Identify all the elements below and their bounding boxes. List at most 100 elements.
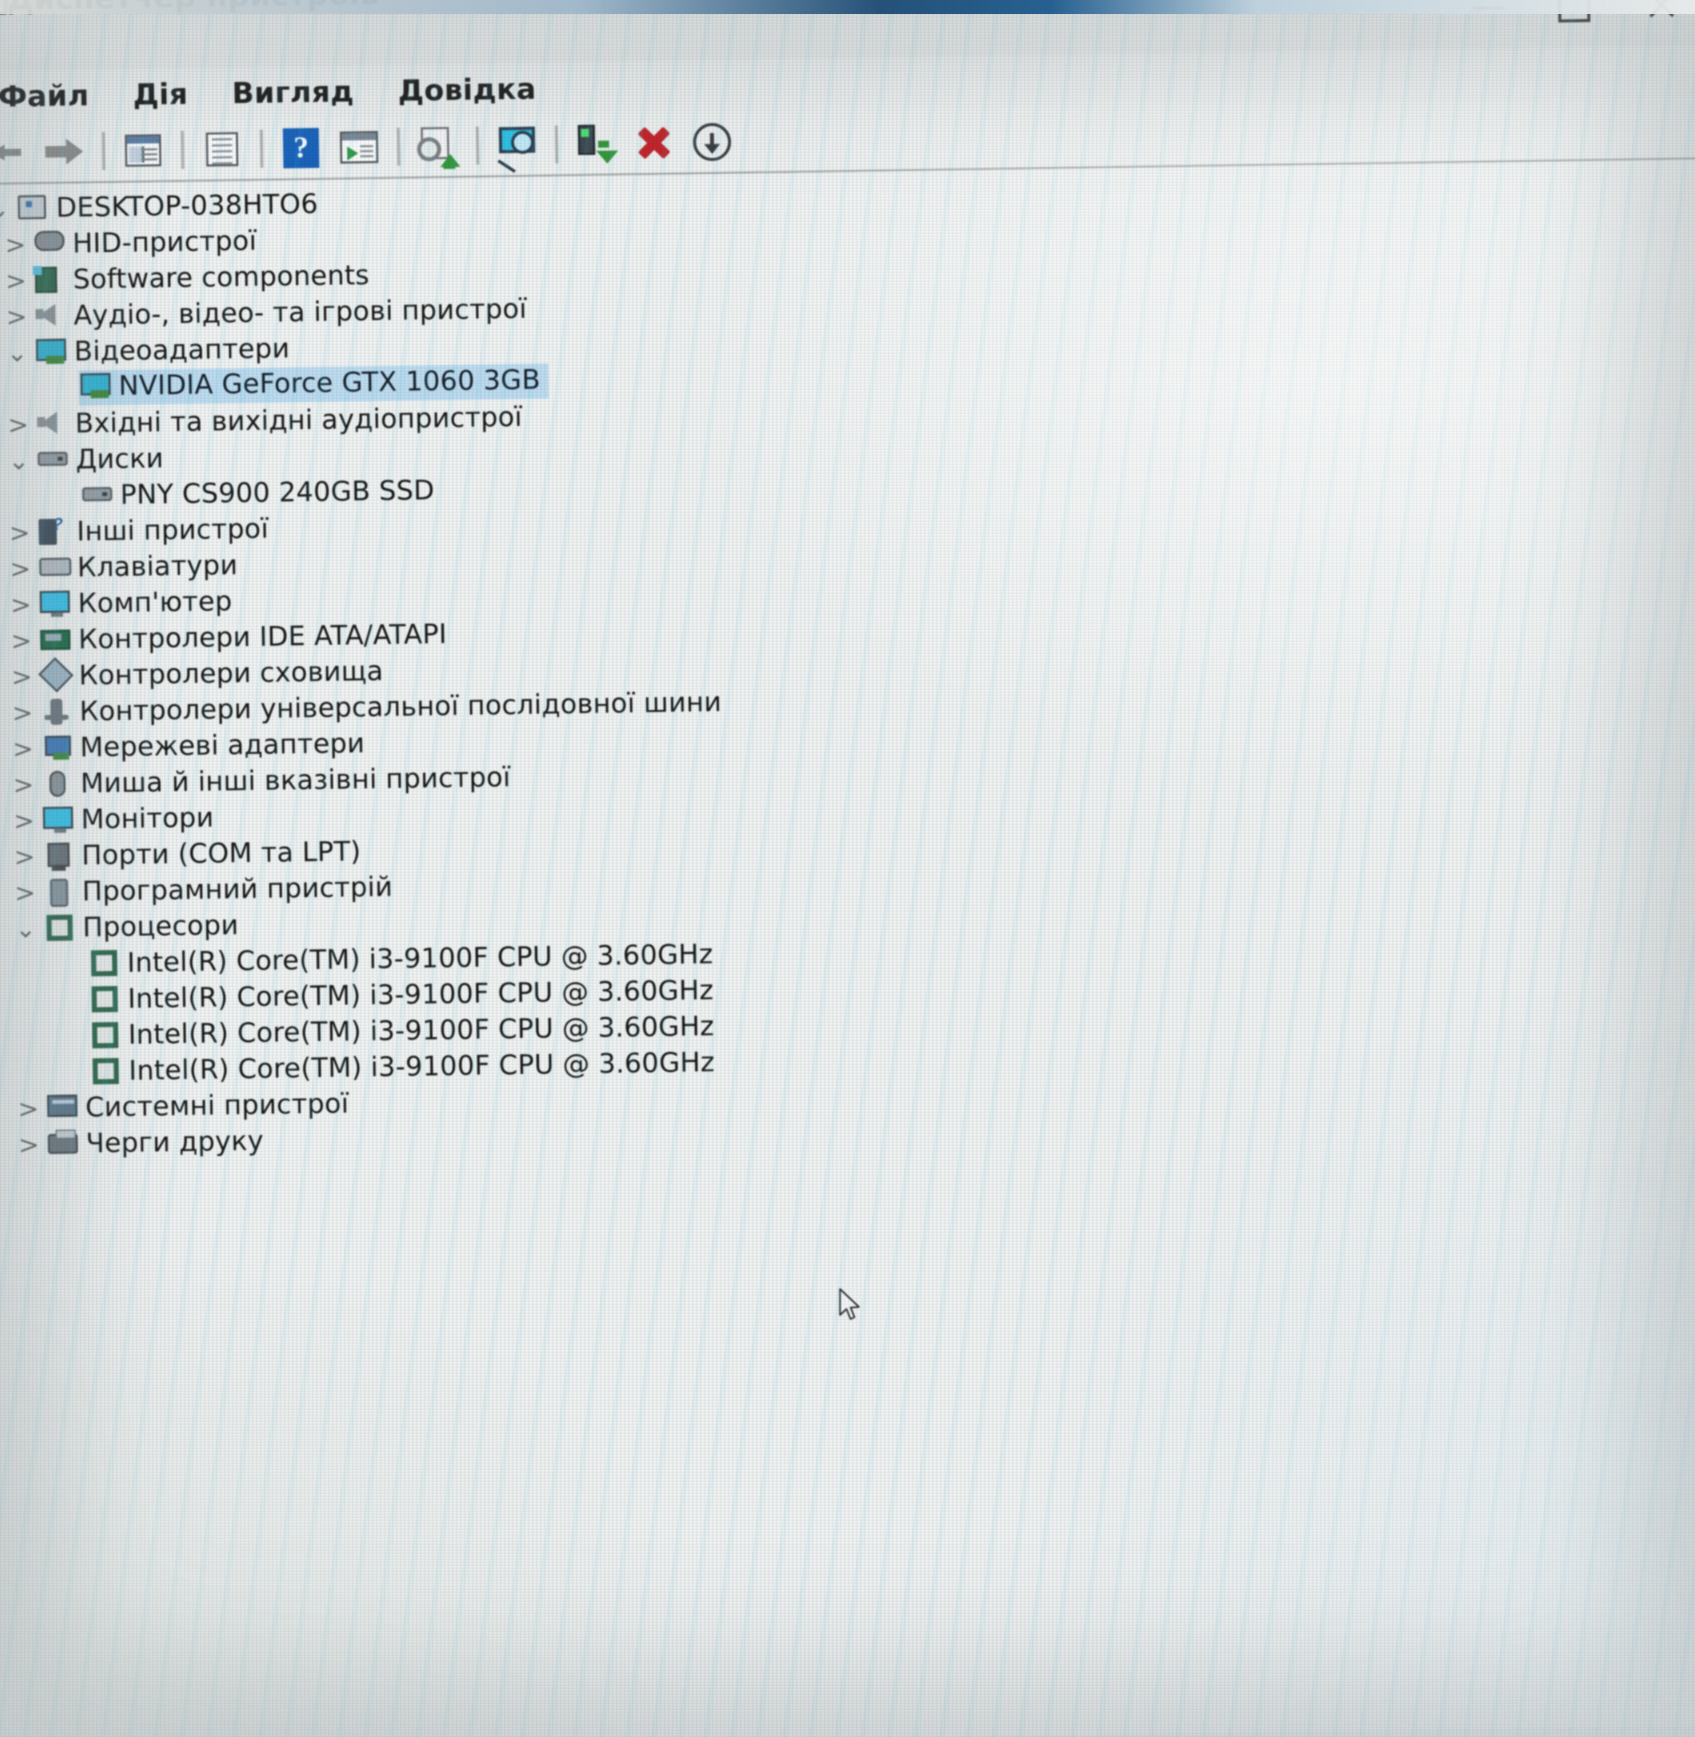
scan-hardware-icon <box>339 131 379 164</box>
download-button[interactable] <box>685 118 740 167</box>
tree-item-label: PNY CS900 240GB SSD <box>119 474 435 511</box>
port-icon <box>41 842 75 871</box>
tree-item-label: Процесори <box>82 909 239 943</box>
chevron-right-icon[interactable]: > <box>7 842 41 871</box>
menu-view[interactable]: Вигляд <box>210 74 377 110</box>
usb-icon <box>39 698 73 727</box>
chevron-right-icon[interactable]: > <box>4 590 38 619</box>
tree-item-label: NVIDIA GeForce GTX 1060 3GB <box>118 364 541 402</box>
system-device-icon <box>45 1094 79 1123</box>
show-hide-console-tree-icon <box>124 134 162 167</box>
toolbar-separator <box>475 126 480 165</box>
tree-item-label: Диски <box>75 442 164 476</box>
tree-item-label: Контролери сховища <box>78 655 384 692</box>
tree-item-label: Мережеві адаптери <box>79 727 365 763</box>
tree-item-label: Контролери IDE ATA/ATAPI <box>78 618 448 656</box>
toolbar-separator <box>101 132 106 171</box>
top-edge-strip <box>0 0 1695 14</box>
chevron-right-icon[interactable]: > <box>7 806 41 835</box>
storage-controller-icon <box>38 657 74 693</box>
cpu-icon <box>42 914 76 943</box>
properties-icon <box>205 132 239 167</box>
chevron-right-icon[interactable]: > <box>11 1094 45 1123</box>
tree-item-label: Програмний пристрій <box>81 871 393 907</box>
chevron-right-icon[interactable]: > <box>1 410 35 439</box>
tree-item-label: Миша й інші вказівні пристрої <box>80 761 511 799</box>
network-adapter-icon <box>40 734 74 763</box>
chevron-down-icon[interactable]: ⌄ <box>8 914 42 943</box>
print-queue-icon <box>46 1130 80 1159</box>
tree-item-label: Вхідні та вихідні аудіопристрої <box>74 401 523 440</box>
help-button[interactable]: ? <box>274 124 329 173</box>
chevron-right-icon[interactable]: > <box>8 878 42 907</box>
chevron-right-icon[interactable]: > <box>3 518 37 547</box>
chevron-right-icon[interactable]: > <box>6 770 40 799</box>
tree-item-label: Intel(R) Core(TM) i3-9100F CPU @ 3.60GHz <box>128 1010 715 1051</box>
properties-button[interactable] <box>195 125 250 174</box>
mouse-icon <box>40 770 74 799</box>
scan-for-changes-icon <box>495 126 540 173</box>
toolbar-separator <box>396 127 401 166</box>
chevron-down-icon[interactable]: ⌄ <box>0 194 16 223</box>
chevron-right-icon[interactable]: > <box>0 230 33 259</box>
help-icon: ? <box>282 127 320 169</box>
cpu-icon <box>87 985 121 1014</box>
toolbar-separator <box>180 130 185 169</box>
tree-item-label: Software components <box>72 259 370 296</box>
display-adapter-icon <box>34 338 68 367</box>
cpu-icon <box>87 949 121 978</box>
menu-help[interactable]: Довідка <box>376 71 559 108</box>
tree-item-label: Відеоадаптери <box>73 332 290 368</box>
forward-button[interactable] <box>37 127 92 176</box>
tree-item-label: Інші пристрої <box>76 513 269 548</box>
chevron-right-icon[interactable]: > <box>0 302 34 331</box>
menu-action[interactable]: Дія <box>111 76 210 112</box>
tree-item-label: Клавіатури <box>77 549 238 584</box>
device-manager-window: Диспетчер пристроїв Файл Дія Вигляд Дові… <box>0 0 1695 1737</box>
chevron-down-icon[interactable]: ⌄ <box>2 446 36 475</box>
chevron-down-icon[interactable]: ⌄ <box>0 338 34 367</box>
toolbar-separator <box>554 125 559 164</box>
tree-root-label: DESKTOP-038HTO6 <box>55 188 319 224</box>
chevron-right-icon[interactable]: > <box>6 734 40 763</box>
ide-controller-icon <box>38 626 72 655</box>
monitor-photo: Диспетчер пристроїв Файл Дія Вигляд Дові… <box>0 0 1695 1737</box>
monitor-icon <box>38 590 72 619</box>
computer-root-icon <box>16 194 50 223</box>
display-adapter-icon <box>78 372 112 401</box>
toolbar-separator <box>259 129 264 168</box>
software-device-icon <box>42 878 76 907</box>
tree-item-label: Черги друку <box>85 1125 264 1159</box>
back-button[interactable] <box>0 128 33 177</box>
cpu-icon <box>88 1021 122 1050</box>
tree-item-label: Порти (COM та LPT) <box>81 835 362 871</box>
chevron-right-icon[interactable]: > <box>0 266 33 295</box>
cpu-icon <box>89 1057 123 1086</box>
tree-item-label: Монітори <box>80 802 214 835</box>
chevron-right-icon[interactable]: > <box>4 626 38 655</box>
tree-item-label: Системні пристрої <box>85 1088 349 1123</box>
tree-item-label: Комп'ютер <box>77 585 233 620</box>
tree-item-label: Аудіо-, відео- та ігрові пристрої <box>73 293 527 332</box>
device-tree[interactable]: ⌄ DESKTOP-038HTO6 > HID-пристрої > Softw… <box>0 159 1695 1737</box>
update-driver-icon <box>416 126 461 170</box>
update-driver-button[interactable] <box>411 122 466 171</box>
console-tree-button[interactable] <box>116 126 171 175</box>
scan-hardware-button[interactable] <box>332 123 387 172</box>
chevron-right-icon[interactable]: > <box>5 698 39 727</box>
tree-item-label: HID-пристрої <box>72 225 257 260</box>
chevron-right-icon[interactable]: > <box>3 554 37 583</box>
chevron-right-icon[interactable]: > <box>5 662 39 691</box>
hid-icon <box>32 230 66 259</box>
disable-device-icon <box>576 124 619 164</box>
menu-file[interactable]: Файл <box>0 78 111 114</box>
speaker-icon <box>33 302 67 331</box>
disable-device-button[interactable] <box>569 119 624 168</box>
uninstall-device-button[interactable] <box>627 119 682 168</box>
speaker-icon <box>35 410 69 439</box>
scan-for-changes-button[interactable] <box>490 121 545 173</box>
keyboard-icon <box>37 554 72 583</box>
software-icon <box>33 266 67 295</box>
chevron-right-icon[interactable]: > <box>12 1130 46 1159</box>
mouse-pointer <box>839 1288 860 1320</box>
